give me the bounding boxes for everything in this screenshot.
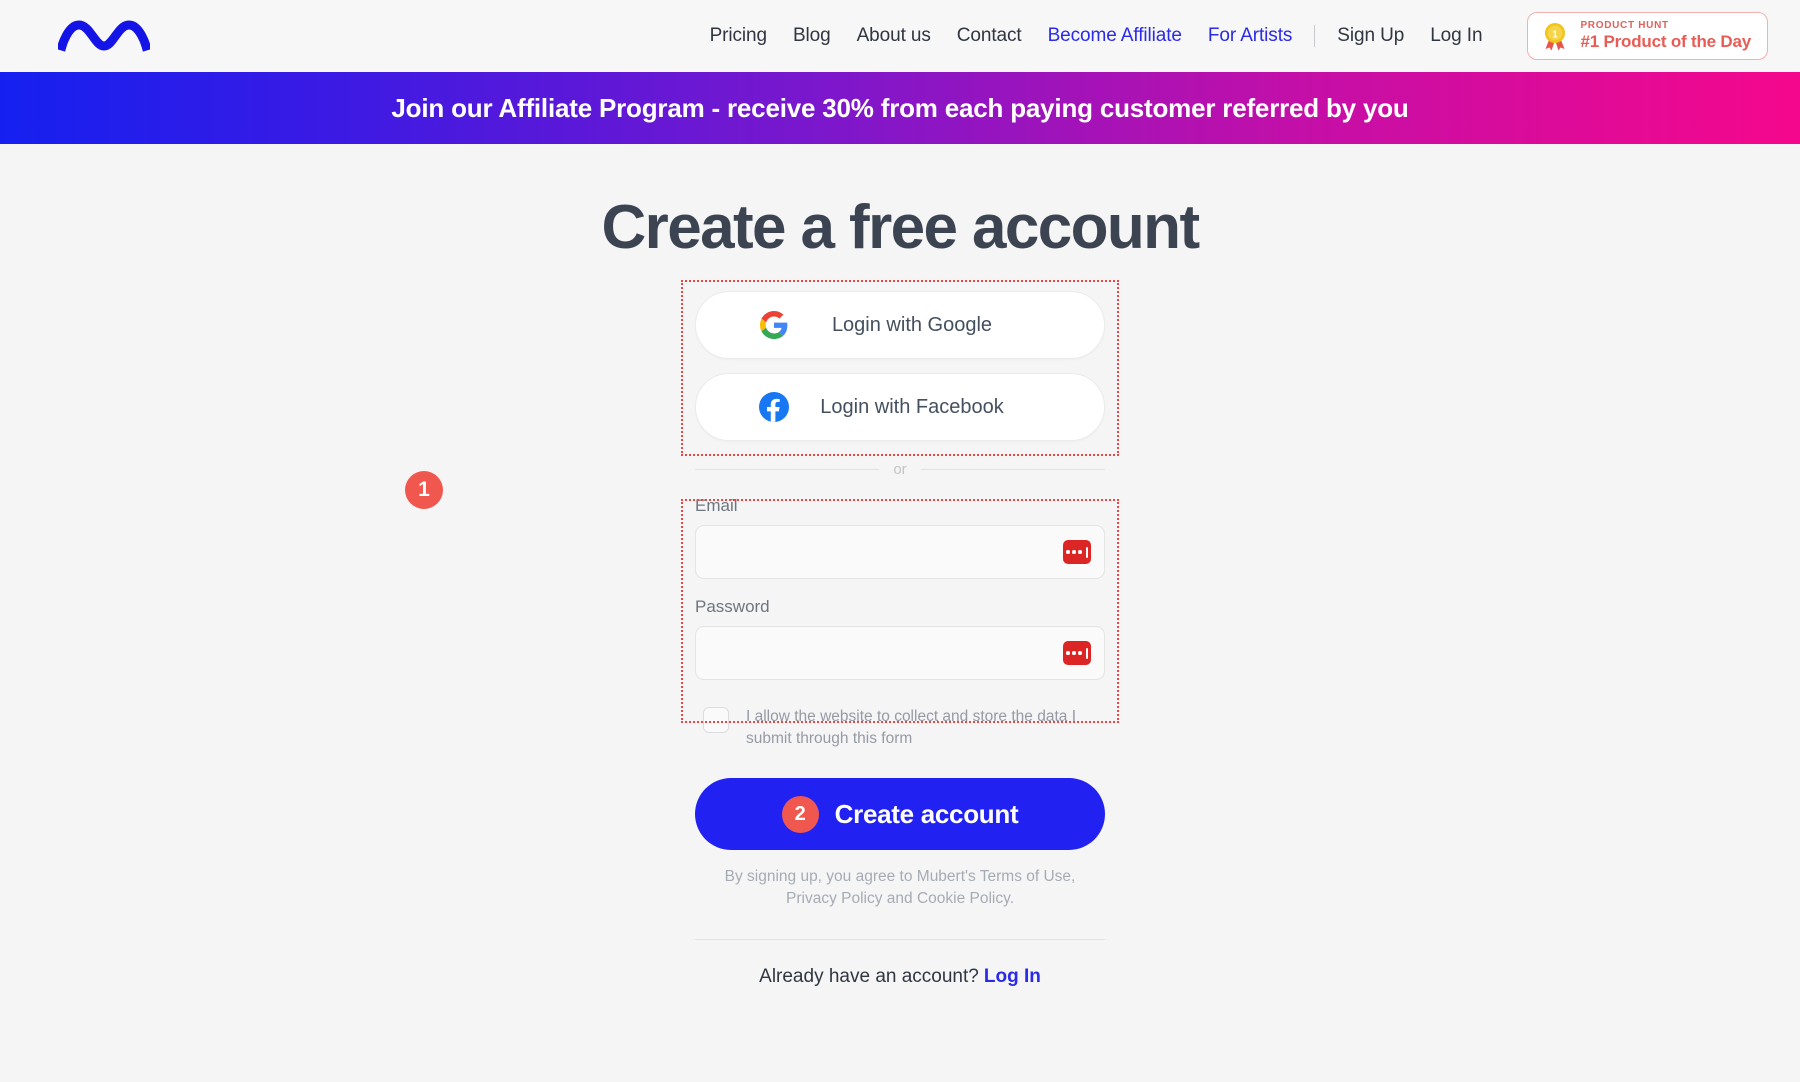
existing-account-login-link[interactable]: Log In <box>984 966 1041 987</box>
password-label: Password <box>695 597 770 616</box>
facebook-icon <box>759 392 789 422</box>
or-divider-label: or <box>893 461 907 478</box>
email-field-group: Email <box>695 496 1105 579</box>
password-manager-icon[interactable] <box>1063 641 1091 665</box>
product-hunt-kicker: PRODUCT HUNT <box>1580 19 1669 31</box>
log-in-link[interactable]: Log In <box>1417 25 1495 47</box>
svg-text:1: 1 <box>1553 30 1559 41</box>
email-label: Email <box>695 496 738 515</box>
page-title: Create a free account <box>601 193 1201 262</box>
consent-label: I allow the website to collect and store… <box>746 708 1076 747</box>
nav-item-blog[interactable]: Blog <box>780 25 844 47</box>
nav-item-contact[interactable]: Contact <box>944 25 1035 47</box>
existing-account-prompt: Already have an account? <box>759 965 979 987</box>
email-input[interactable] <box>695 525 1105 579</box>
site-header: Pricing Blog About us Contact Become Aff… <box>0 0 1800 72</box>
nav-item-become-affiliate[interactable]: Become Affiliate <box>1035 25 1195 47</box>
password-input-wrap <box>695 626 1105 680</box>
annotation-marker-2: 2 <box>781 795 819 833</box>
password-manager-icon[interactable] <box>1063 540 1091 564</box>
logo-link[interactable] <box>58 16 150 56</box>
or-divider: or <box>695 461 1105 478</box>
google-icon <box>759 310 789 340</box>
or-divider-line-right <box>920 469 1105 470</box>
main-content: Create a free account 1 Login with Googl… <box>0 192 1800 1082</box>
nav-divider <box>1314 25 1316 47</box>
nav-item-pricing[interactable]: Pricing <box>697 25 780 47</box>
login-with-google-button[interactable]: Login with Google <box>695 291 1105 359</box>
bottom-divider <box>695 938 1105 940</box>
product-hunt-title: #1 Product of the Day <box>1580 32 1751 52</box>
login-with-facebook-button[interactable]: Login with Facebook <box>695 373 1105 441</box>
create-account-label: Create account <box>834 798 1019 829</box>
medal-icon: 1 <box>1545 23 1566 51</box>
consent-row: I allow the website to collect and store… <box>695 706 1105 750</box>
login-with-google-label: Login with Google <box>831 313 993 336</box>
create-account-button[interactable]: 2 Create account <box>695 778 1105 850</box>
signup-form: 1 Login with Google Login with Facebook … <box>405 280 1119 988</box>
mubert-wave-logo <box>58 20 150 52</box>
annotation-marker-1: 1 <box>405 471 443 509</box>
login-with-facebook-label: Login with Facebook <box>820 395 1004 418</box>
product-hunt-badge[interactable]: 1 PRODUCT HUNT #1 Product of the Day <box>1527 12 1768 60</box>
terms-text: By signing up, you agree to Mubert's Ter… <box>724 868 1076 908</box>
existing-account-row: Already have an account? Log In <box>695 966 1105 988</box>
affiliate-banner-text: Join our Affiliate Program - receive 30%… <box>391 92 1409 123</box>
password-field-group: Password <box>695 597 1105 680</box>
sign-up-link[interactable]: Sign Up <box>1324 25 1417 47</box>
consent-checkbox[interactable] <box>703 707 729 733</box>
main-nav: Pricing Blog About us Contact Become Aff… <box>697 25 1496 47</box>
email-input-wrap <box>695 525 1105 579</box>
password-input[interactable] <box>695 626 1105 680</box>
nav-item-for-artists[interactable]: For Artists <box>1195 25 1305 47</box>
or-divider-line-left <box>695 469 880 470</box>
affiliate-banner[interactable]: Join our Affiliate Program - receive 30%… <box>0 72 1800 144</box>
nav-item-about-us[interactable]: About us <box>844 25 944 47</box>
product-hunt-text: PRODUCT HUNT #1 Product of the Day <box>1580 19 1751 52</box>
